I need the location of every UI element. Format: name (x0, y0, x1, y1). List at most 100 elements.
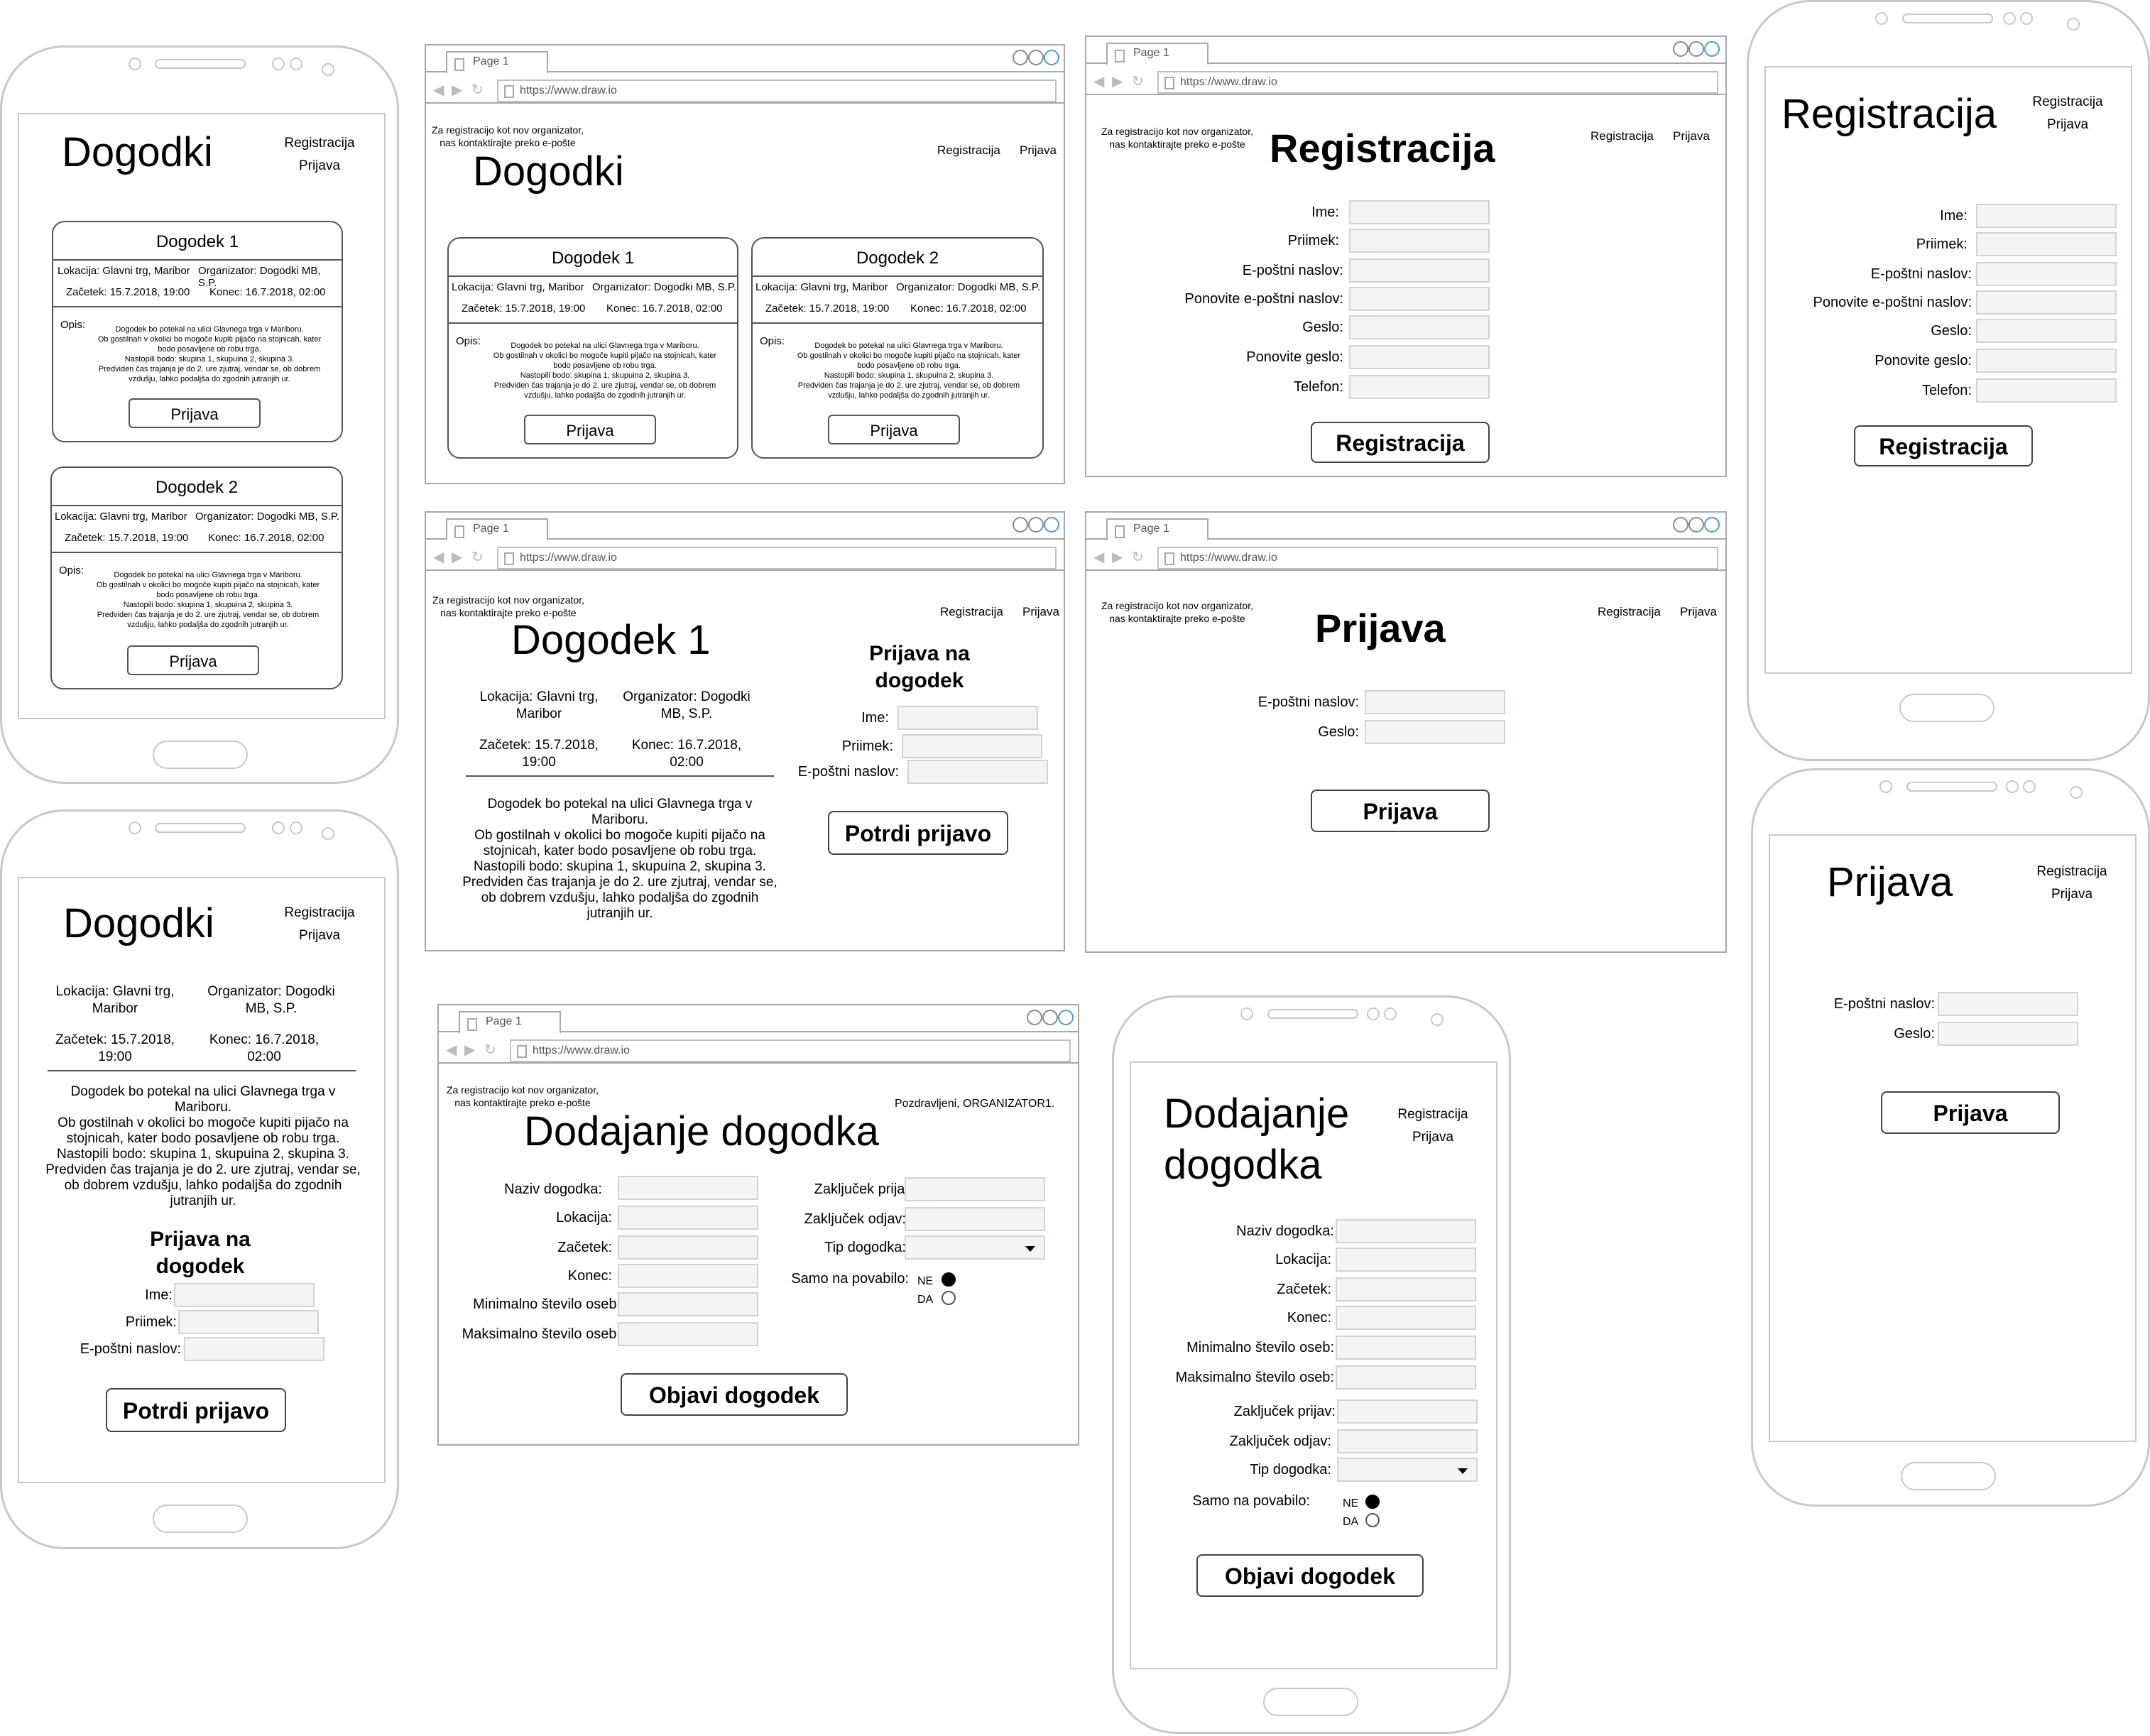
back-icon[interactable]: ◀ (1093, 548, 1104, 566)
event-signup-button[interactable]: Prijava (828, 415, 960, 444)
browser-tab[interactable]: Page 1 (446, 51, 548, 74)
nav-login-link[interactable]: Prijava (1673, 129, 1710, 143)
nav-login-link[interactable]: Prijava (2033, 887, 2111, 902)
forward-icon[interactable]: ▶ (452, 548, 462, 566)
window-control-icon[interactable] (1704, 41, 1720, 57)
nav-login-link[interactable]: Prijava (1680, 605, 1717, 619)
window-control-icon[interactable] (1688, 517, 1704, 533)
publish-event-button[interactable]: Objavi dogodek (1196, 1554, 1424, 1597)
nav-login-link[interactable]: Prijava (2029, 117, 2107, 133)
window-control-icon[interactable] (1013, 50, 1028, 65)
login-button[interactable]: Prijava (1311, 790, 1490, 832)
nav-login-link[interactable]: Prijava (1394, 1130, 1472, 1145)
url-bar[interactable]: https://www.draw.io (497, 80, 1057, 102)
location-input[interactable] (1336, 1248, 1476, 1272)
url-bar[interactable]: https://www.draw.io (1157, 547, 1718, 569)
email-input[interactable] (1976, 262, 2117, 286)
window-control-icon[interactable] (1044, 517, 1059, 533)
email-repeat-input[interactable] (1349, 287, 1490, 311)
back-icon[interactable]: ◀ (433, 81, 444, 99)
radio-no[interactable] (1365, 1495, 1380, 1509)
email-input[interactable] (184, 1337, 324, 1361)
window-control-icon[interactable] (1013, 517, 1028, 533)
url-bar[interactable]: https://www.draw.io (497, 547, 1057, 569)
name-input[interactable] (1976, 204, 2117, 228)
phone-input[interactable] (1349, 375, 1490, 399)
event-type-select[interactable] (1337, 1458, 1478, 1482)
reload-icon[interactable]: ↻ (1132, 72, 1144, 90)
event-signup-button[interactable]: Prijava (127, 645, 259, 675)
nav-register-link[interactable]: Registracija (937, 143, 1000, 158)
nav-login-link[interactable]: Prijava (280, 158, 359, 174)
radio-no[interactable] (942, 1272, 956, 1287)
radio-yes[interactable] (942, 1291, 956, 1305)
end-input[interactable] (618, 1264, 758, 1288)
url-bar[interactable]: https://www.draw.io (1157, 71, 1718, 94)
forward-icon[interactable]: ▶ (1112, 72, 1123, 90)
forward-icon[interactable]: ▶ (452, 81, 462, 99)
nav-register-link[interactable]: Registracija (940, 605, 1003, 619)
reload-icon[interactable]: ↻ (1132, 548, 1144, 566)
password-repeat-input[interactable] (1976, 349, 2117, 373)
nav-login-link[interactable]: Prijava (1020, 143, 1057, 158)
event-name-input[interactable] (618, 1176, 758, 1200)
event-signup-button[interactable]: Prijava (524, 415, 656, 444)
nav-register-link[interactable]: Registracija (2033, 864, 2111, 880)
browser-tab[interactable]: Page 1 (446, 518, 548, 541)
nav-register-link[interactable]: Registracija (1590, 129, 1654, 143)
signup-deadline-input[interactable] (1337, 1399, 1478, 1424)
window-control-icon[interactable] (1027, 1010, 1042, 1025)
url-bar[interactable]: https://www.draw.io (510, 1039, 1071, 1062)
min-persons-input[interactable] (618, 1292, 758, 1316)
back-icon[interactable]: ◀ (433, 548, 444, 566)
browser-tab[interactable]: Page 1 (1106, 43, 1208, 65)
nav-login-link[interactable]: Prijava (1022, 605, 1059, 619)
surname-input[interactable] (902, 734, 1042, 758)
name-input[interactable] (1349, 200, 1490, 224)
max-persons-input[interactable] (618, 1322, 758, 1346)
nav-register-link[interactable]: Registracija (2029, 94, 2107, 110)
window-control-icon[interactable] (1028, 517, 1044, 533)
register-button[interactable]: Registracija (1854, 425, 2033, 466)
email-input[interactable] (1349, 258, 1490, 283)
window-control-icon[interactable] (1673, 41, 1688, 57)
name-input[interactable] (897, 706, 1038, 730)
email-input[interactable] (1938, 992, 2078, 1016)
publish-event-button[interactable]: Objavi dogodek (621, 1373, 848, 1416)
start-input[interactable] (1336, 1277, 1476, 1301)
window-control-icon[interactable] (1028, 50, 1044, 65)
password-input[interactable] (1349, 315, 1490, 339)
start-input[interactable] (618, 1235, 758, 1260)
browser-tab[interactable]: Page 1 (1106, 518, 1208, 541)
browser-tab[interactable]: Page 1 (459, 1011, 561, 1034)
window-control-icon[interactable] (1042, 1010, 1058, 1025)
window-control-icon[interactable] (1688, 41, 1704, 57)
phone-input[interactable] (1976, 378, 2117, 403)
window-control-icon[interactable] (1058, 1010, 1074, 1025)
surname-input[interactable] (178, 1310, 319, 1334)
event-name-input[interactable] (1336, 1219, 1476, 1243)
event-type-select[interactable] (905, 1235, 1045, 1260)
event-signup-button[interactable]: Prijava (129, 398, 261, 428)
reload-icon[interactable]: ↻ (471, 548, 484, 566)
radio-yes[interactable] (1365, 1513, 1380, 1527)
end-input[interactable] (1336, 1306, 1476, 1330)
nav-login-link[interactable]: Prijava (280, 928, 359, 944)
cancel-deadline-input[interactable] (1337, 1429, 1478, 1453)
reload-icon[interactable]: ↻ (471, 81, 484, 99)
email-input[interactable] (907, 760, 1048, 784)
back-icon[interactable]: ◀ (446, 1041, 457, 1059)
signup-deadline-input[interactable] (905, 1177, 1045, 1201)
email-repeat-input[interactable] (1976, 290, 2117, 315)
reload-icon[interactable]: ↻ (484, 1041, 496, 1059)
password-repeat-input[interactable] (1349, 345, 1490, 369)
password-input[interactable] (1976, 319, 2117, 343)
back-icon[interactable]: ◀ (1093, 72, 1104, 90)
window-control-icon[interactable] (1044, 50, 1059, 65)
confirm-signup-button[interactable]: Potrdi prijavo (828, 811, 1008, 855)
nav-register-link[interactable]: Registracija (280, 136, 359, 151)
password-input[interactable] (1365, 720, 1505, 744)
nav-register-link[interactable]: Registracija (1394, 1107, 1472, 1123)
nav-register-link[interactable]: Registracija (1598, 605, 1661, 619)
surname-input[interactable] (1349, 229, 1490, 253)
